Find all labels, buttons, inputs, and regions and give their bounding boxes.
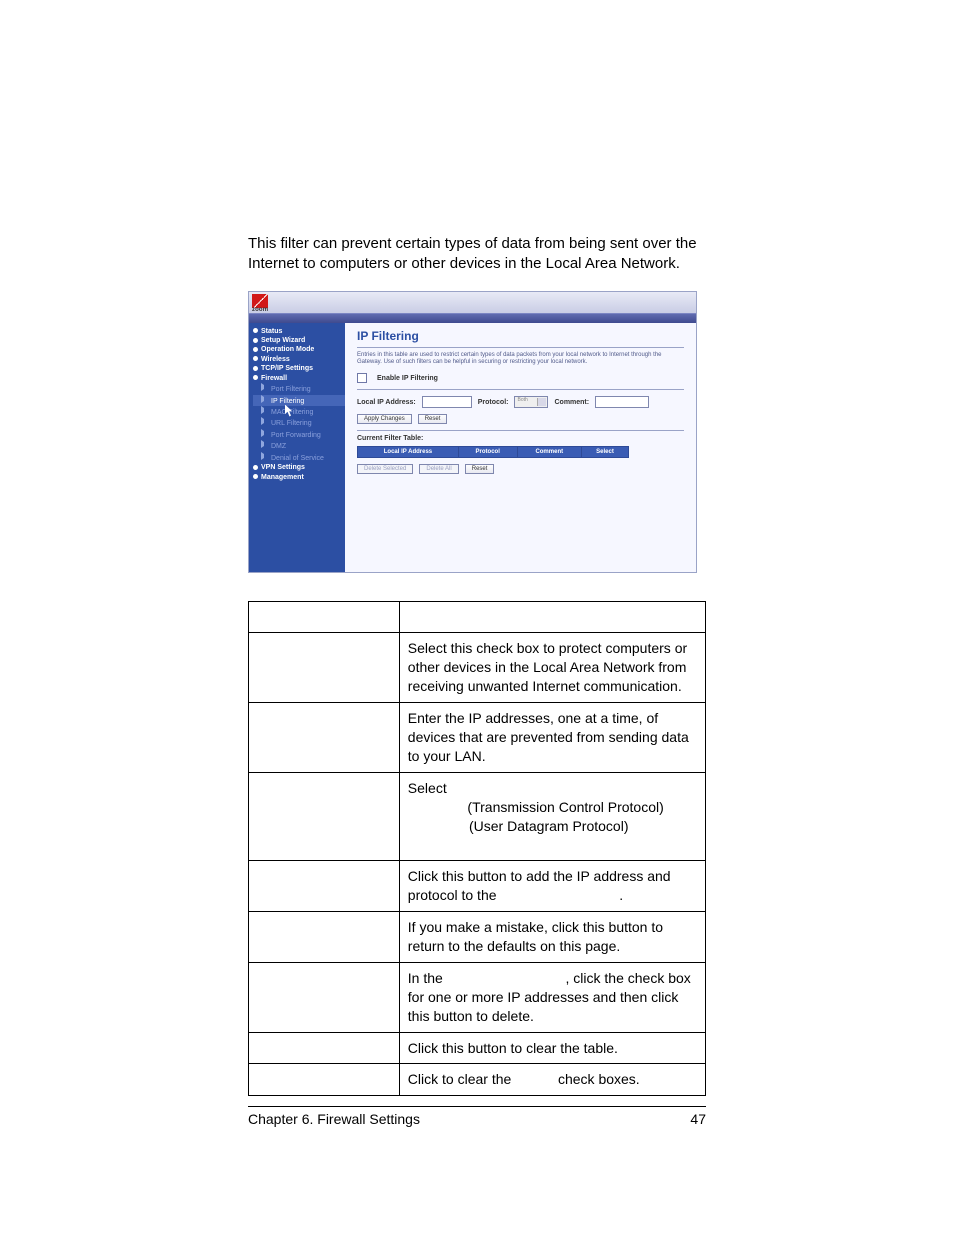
opt-desc: Click this button to add the IP address … (399, 861, 705, 912)
screenshot-description: Entries in this table are used to restri… (357, 352, 684, 368)
sidebar-item[interactable]: TCP/IP Settings (253, 364, 349, 373)
footer-page-number: 47 (690, 1111, 706, 1127)
comment-input[interactable] (595, 396, 649, 408)
opt-desc: In the Current Filter Table, click the c… (399, 962, 705, 1032)
protocol-select[interactable]: Both (514, 396, 548, 408)
sidebar-item[interactable]: Firewall (253, 374, 349, 383)
ip-input[interactable] (422, 396, 472, 408)
sidebar-item[interactable]: Status (253, 327, 349, 336)
sidebar-item[interactable]: Management (253, 473, 349, 482)
opt-desc: Select TCP or UDP: TCP (Transmission Con… (399, 772, 705, 861)
filter-table: Local IP Address Protocol Comment Select (357, 446, 629, 458)
opt-label: Delete Selected (257, 970, 356, 986)
ip-label: Local IP Address: (357, 399, 416, 406)
sidebar-subitem[interactable]: DMZ (253, 440, 349, 451)
table-row: Protocol Select TCP or UDP: TCP (Transmi… (249, 772, 706, 861)
txt: (Transmission Control Protocol) (464, 799, 664, 815)
opt-label: Enable IP Filtering (257, 640, 371, 656)
sidebar-item[interactable]: Wireless (253, 355, 349, 364)
sidebar-subitem[interactable]: URL Filtering (253, 417, 349, 428)
sidebar-subitem[interactable]: MAC Filtering (253, 406, 349, 417)
filter-table-caption: Current Filter Table: (357, 435, 684, 442)
txt: (User Datagram Protocol) (465, 818, 628, 834)
table-row: Enable IP Filtering Select this check bo… (249, 633, 706, 703)
txt: . (619, 887, 623, 903)
txt: Select (515, 1071, 554, 1087)
opt-label: Reset (upper) (257, 919, 343, 935)
table-row: Apply Changes Click this button to add t… (249, 861, 706, 912)
opt-desc: If you make a mistake, click this button… (399, 912, 705, 963)
sidebar-subitem-active[interactable]: IP Filtering (253, 395, 349, 406)
divider (357, 430, 684, 431)
sidebar-subitem[interactable]: Denial of Service (253, 452, 349, 463)
txt: Click to clear the (408, 1071, 515, 1087)
table-row: Reset (lower) Click to clear the Select … (249, 1064, 706, 1096)
intro-paragraph: This filter can prevent certain types of… (248, 234, 706, 275)
page-footer: Chapter 6. Firewall Settings 47 (248, 1106, 706, 1127)
definitions-table: Option Description Enable IP Filtering S… (248, 601, 706, 1097)
sidebar-item[interactable]: VPN Settings (253, 463, 349, 472)
table-row: Local IP Address Enter the IP addresses,… (249, 703, 706, 773)
col-comment: Comment (517, 447, 582, 458)
footer-chapter: Chapter 6. Firewall Settings (248, 1111, 420, 1127)
txt: In the (408, 970, 447, 986)
sidebar-subitem[interactable]: Port Forwarding (253, 429, 349, 440)
txt: UDP (436, 818, 465, 834)
comment-label: Comment: (554, 399, 589, 406)
col-ip: Local IP Address (358, 447, 459, 458)
table-row: Delete Selected In the Current Filter Ta… (249, 962, 706, 1032)
screenshot-title: IP Filtering (357, 329, 684, 343)
opt-desc: Enter the IP addresses, one at a time, o… (399, 703, 705, 773)
screenshot-topbar: zoom (249, 292, 696, 313)
reset2-button[interactable]: Reset (465, 464, 495, 474)
divider (357, 347, 684, 348)
opt-desc: Select this check box to protect compute… (399, 633, 705, 703)
enable-checkbox[interactable] (357, 373, 367, 383)
col-description: Description (408, 609, 478, 625)
opt-label: Local IP Address (257, 710, 362, 726)
protocol-label: Protocol: (478, 399, 509, 406)
brand-logo-icon (252, 294, 268, 308)
opt-label: Delete All (257, 1040, 316, 1056)
sidebar-item[interactable]: Operation Mode (253, 345, 349, 354)
screenshot-sidebar: Status Setup Wizard Operation Mode Wirel… (249, 323, 353, 572)
txt: Select (408, 780, 451, 796)
table-row: Delete All Click this button to clear th… (249, 1032, 706, 1064)
sidebar-subitem[interactable]: Port Filtering (253, 383, 349, 394)
txt: Current Filter Table (447, 970, 566, 986)
txt: check boxes. (554, 1071, 640, 1087)
sidebar-item[interactable]: Setup Wizard (253, 336, 349, 345)
table-row: Reset (upper) If you make a mistake, cli… (249, 912, 706, 963)
opt-desc: Click this button to clear the table. (399, 1032, 705, 1064)
opt-label: Apply Changes (257, 868, 352, 884)
col-option: Option (257, 609, 298, 625)
delete-all-button[interactable]: Delete All (419, 464, 458, 474)
opt-label: Protocol (257, 780, 308, 796)
txt: Current Filter Table (500, 887, 619, 903)
reset-button[interactable]: Reset (418, 414, 448, 424)
opt-label: Reset (lower) (257, 1071, 340, 1087)
col-protocol: Protocol (458, 447, 517, 458)
apply-button[interactable]: Apply Changes (357, 414, 412, 424)
opt-desc: Click to clear the Select check boxes. (399, 1064, 705, 1096)
col-select: Select (582, 447, 629, 458)
txt: TCP or UDP: (450, 780, 531, 796)
router-screenshot: zoom Status Setup Wizard Operation Mode … (248, 291, 697, 573)
delete-selected-button[interactable]: Delete Selected (357, 464, 413, 474)
enable-label: Enable IP Filtering (377, 375, 438, 382)
divider (357, 389, 684, 390)
txt: TCP (436, 799, 464, 815)
screenshot-main: IP Filtering Entries in this table are u… (345, 323, 696, 572)
